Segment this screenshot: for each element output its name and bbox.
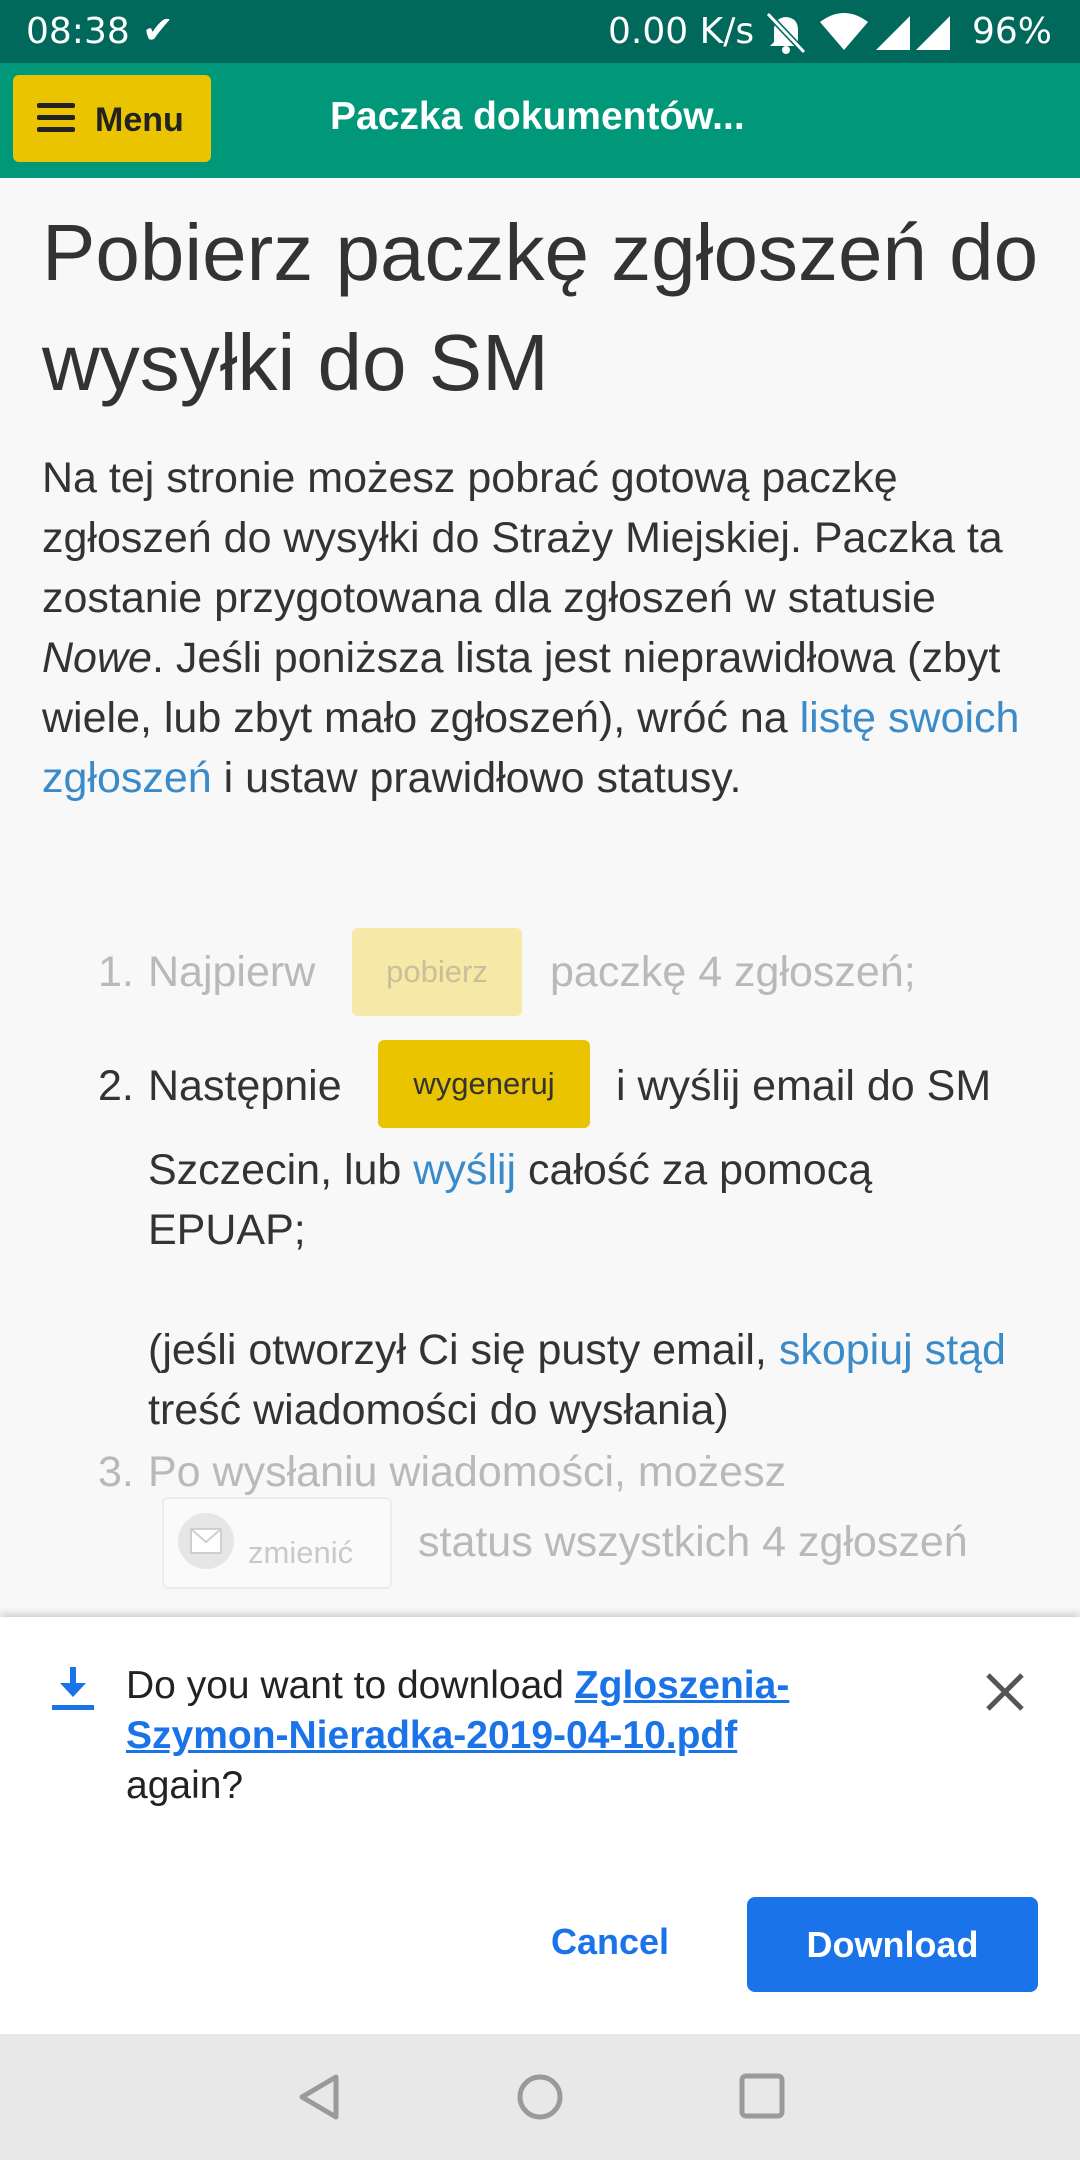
step-text: (jeśli otworzył Ci się pusty email, (148, 1326, 779, 1374)
battery-level: 96% (972, 11, 1053, 52)
check-icon: ✔ (142, 8, 174, 52)
download-prefix: Do you want to download (126, 1664, 575, 1707)
intro-status: Nowe (42, 634, 152, 682)
step-text: całość za pomocą (516, 1146, 873, 1194)
app-header: Menu Paczka dokumentów... (0, 63, 1080, 178)
home-icon[interactable] (515, 2072, 565, 2122)
change-status-label: zmienić (248, 1535, 354, 1570)
step-text: paczkę 4 zgłoszeń; (550, 948, 916, 996)
status-time: 08:38 (26, 11, 130, 52)
step-text: treść wiadomości do wysłania) (148, 1386, 729, 1434)
page-content: Pobierz paczkę zgłoszeń do wysyłki do SM… (0, 178, 1080, 1618)
download-package-button[interactable]: pobierz (352, 928, 522, 1016)
intro-text: i ustaw prawidłowo statusy. (211, 754, 742, 802)
download-suffix: again? (126, 1764, 244, 1807)
step-text: Najpierw (148, 948, 316, 996)
step-text: EPUAP; (148, 1206, 306, 1254)
menu-button[interactable]: Menu (13, 75, 211, 162)
recents-icon[interactable] (738, 2072, 786, 2120)
download-prompt: Do you want to download Zgloszenia-Szymo… (0, 1617, 1080, 2034)
email-note: (jeśli otworzył Ci się pusty email, skop… (148, 1320, 1028, 1440)
step-text: status wszystkich 4 zgłoszeń (418, 1518, 968, 1566)
wifi-icon (820, 13, 868, 50)
signal-icon (916, 16, 950, 50)
step-text: Następnie (148, 1062, 342, 1110)
step-3: 3. Po wysłaniu wiadomości, możesz zmieni… (98, 1442, 1058, 1618)
download-message: Do you want to download Zgloszenia-Szymo… (126, 1661, 886, 1811)
status-bar: 08:38 ✔ 0.00 K/s 96% (0, 0, 1080, 63)
intro-text: Na tej stronie możesz pobrać gotową pacz… (42, 454, 1003, 622)
status-icons (765, 11, 950, 55)
step-number: 2. (98, 1062, 134, 1110)
back-icon[interactable] (296, 2072, 342, 2122)
cancel-button[interactable]: Cancel (530, 1897, 690, 1987)
menu-label: Menu (95, 101, 184, 139)
signal-icon (876, 16, 910, 50)
step-number: 3. (98, 1448, 134, 1496)
download-button[interactable]: Download (747, 1897, 1038, 1992)
step-text: i wyślij email do SM (616, 1062, 992, 1110)
step-text: Szczecin, lub (148, 1146, 414, 1194)
step-1: 1. Najpierw pobierz paczkę 4 zgłoszeń; (98, 928, 1058, 1018)
copy-message-link[interactable]: skopiuj stąd (779, 1326, 1006, 1374)
close-icon[interactable] (980, 1667, 1030, 1717)
change-status-button[interactable]: zmienić (162, 1497, 392, 1589)
mute-icon (765, 11, 807, 55)
header-title: Paczka dokumentów... (330, 95, 745, 138)
burger-icon (37, 103, 75, 133)
intro-paragraph: Na tej stronie możesz pobrać gotową pacz… (42, 448, 1052, 808)
generate-button[interactable]: wygeneruj (378, 1040, 590, 1128)
step-2: 2. Następnie wygeneruj i wyślij email do… (98, 1040, 1058, 1434)
system-nav-bar (0, 2034, 1080, 2160)
page-title: Pobierz paczkę zgłoszeń do wysyłki do SM (42, 208, 1039, 407)
download-icon (52, 1667, 94, 1710)
epuap-send-link[interactable]: wyślij (413, 1146, 516, 1194)
step-text-line: Szczecin, lub wyślij całość za pomocą (148, 1140, 872, 1200)
envelope-icon (178, 1513, 234, 1569)
step-text: Po wysłaniu wiadomości, możesz (148, 1448, 787, 1496)
network-speed: 0.00 K/s (608, 11, 755, 52)
step-number: 1. (98, 948, 134, 996)
